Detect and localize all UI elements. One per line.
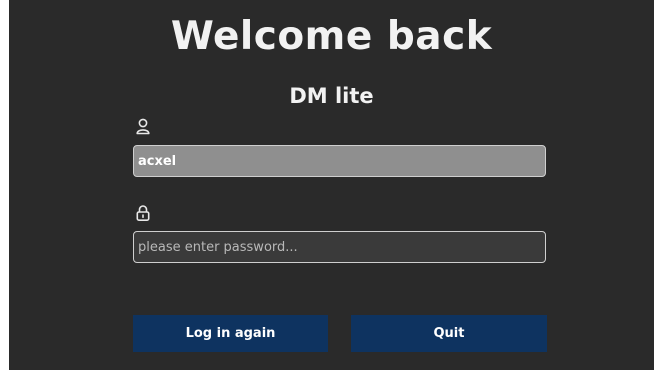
password-field[interactable] <box>133 231 546 263</box>
login-button-label: Log in again <box>185 326 276 341</box>
username-field[interactable] <box>133 145 546 177</box>
app-name: DM lite <box>289 84 374 108</box>
quit-button[interactable]: Quit <box>351 315 547 352</box>
lock-icon <box>135 204 151 222</box>
user-icon <box>135 118 151 136</box>
login-button[interactable]: Log in again <box>133 315 328 352</box>
page-title: Welcome back <box>170 14 493 59</box>
quit-button-label: Quit <box>433 326 465 341</box>
